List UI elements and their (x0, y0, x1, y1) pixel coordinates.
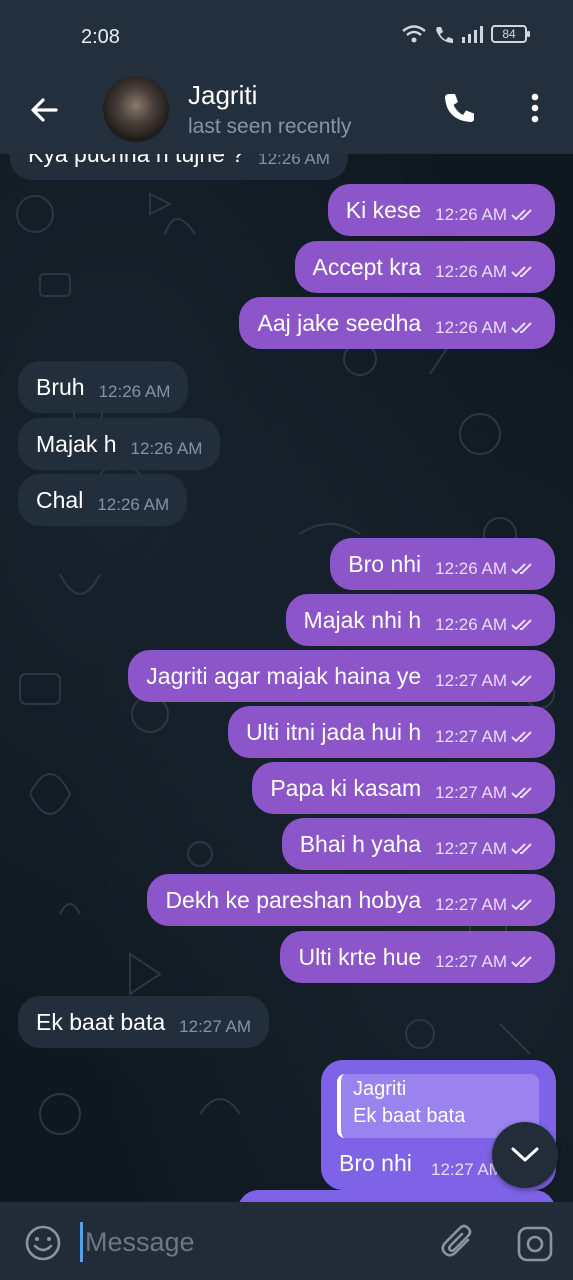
smiley-icon[interactable] (24, 1224, 62, 1262)
status-bar: 2:08 84 (0, 0, 573, 70)
message-text: Chal (36, 486, 84, 513)
message-time: 12:26 AM (435, 559, 507, 578)
message-time: 12:27 AM (435, 952, 507, 971)
message-time: 12:27 AM (435, 783, 507, 802)
message-time: 12:26 AM (435, 615, 507, 634)
message-text: Bro nhi (348, 550, 422, 577)
message-time: 12:26 AM (98, 382, 171, 401)
arrow-left-icon[interactable] (26, 92, 62, 128)
status-icons: 84 (401, 24, 530, 44)
chat-area[interactable]: Kya puchna h tujhe ? 12:26 AM Ki kese 12… (0, 154, 573, 1202)
message-text: Bhai h yaha (299, 830, 422, 857)
quote-text: Ek baat bata (353, 1105, 466, 1127)
message-text: Papa ki kasam (270, 774, 422, 801)
message-time: 12:27 AM (435, 671, 507, 690)
message-outgoing[interactable]: Ulti krte hue 12:27 AM (280, 931, 555, 983)
double-check-icon (511, 619, 532, 631)
chat-header: Jagriti last seen recently (0, 70, 573, 154)
message-incoming[interactable]: Majak h 12:26 AM (18, 418, 221, 470)
message-text: Ulti itni jada hui h (246, 718, 422, 745)
double-check-icon (511, 843, 532, 855)
message-outgoing[interactable]: Majak nhi h 12:26 AM (285, 594, 555, 646)
camera-icon[interactable] (515, 1224, 555, 1264)
message-outgoing[interactable]: Dekh ke pareshan hobya 12:27 AM (147, 874, 555, 926)
message-text: Accept kra (312, 253, 422, 280)
message-text: Bro nhi (339, 1150, 412, 1176)
battery-indicator: 84 (491, 25, 530, 43)
message-outgoing[interactable]: Bhai h yaha 12:27 AM (281, 818, 555, 870)
wifi-icon (402, 25, 426, 43)
status-time: 2:08 (81, 26, 120, 48)
message-text: Kya puchna h tujhe ? (28, 154, 244, 168)
quote-author: Jagriti (353, 1078, 407, 1100)
double-check-icon (511, 956, 532, 968)
message-time: 12:26 AM (435, 205, 507, 224)
message-incoming[interactable]: Kya puchna h tujhe ? 12:26 AM (10, 154, 348, 180)
battery-level: 84 (502, 27, 516, 41)
message-time: 12:27 AM (179, 1017, 251, 1036)
contact-name[interactable]: Jagriti (188, 80, 257, 111)
double-check-icon (511, 322, 532, 334)
paperclip-icon[interactable] (440, 1224, 478, 1262)
message-text: Ek baat bata (36, 1008, 166, 1035)
more-vertical-icon[interactable] (520, 90, 550, 126)
phone-icon[interactable] (441, 90, 477, 126)
chevron-down-icon (511, 1147, 539, 1162)
message-outgoing[interactable]: Jagriti agar majak haina ye 12:27 AM (128, 650, 555, 702)
message-text: Aaj jake seedha (257, 309, 422, 336)
message-incoming[interactable]: Ek baat bata 12:27 AM (18, 996, 269, 1048)
message-time: 12:26 AM (130, 439, 203, 458)
double-check-icon (511, 787, 532, 799)
message-time: 12:27 AM (435, 895, 507, 914)
message-outgoing[interactable]: Bro nhi 12:26 AM (330, 538, 555, 590)
double-check-icon (511, 266, 532, 278)
signal-icon (462, 26, 483, 43)
double-check-icon (511, 731, 532, 743)
message-text: Dekh ke pareshan hobya (165, 886, 422, 913)
message-incoming[interactable]: Chal 12:26 AM (18, 474, 188, 526)
message-time: 12:27 AM (435, 839, 507, 858)
message-text: Majak h (36, 430, 117, 457)
message-time: 12:26 AM (258, 154, 330, 168)
message-outgoing[interactable]: Papa ki kasam 12:27 AM (252, 762, 555, 814)
contact-status: last seen recently (188, 115, 352, 138)
message-time: 12:26 AM (435, 318, 507, 337)
message-outgoing-partial[interactable] (237, 1190, 556, 1202)
message-outgoing[interactable]: Aaj jake seedha 12:26 AM (239, 297, 555, 349)
scroll-down-button[interactable] (492, 1122, 558, 1188)
message-incoming[interactable]: Bruh 12:26 AM (18, 361, 189, 413)
avatar[interactable] (103, 76, 169, 142)
double-check-icon (511, 563, 532, 575)
message-text: Jagriti agar majak haina ye (146, 662, 422, 689)
message-text: Bruh (36, 373, 85, 400)
volte-call-icon (436, 27, 453, 43)
message-text: Ki kese (345, 196, 422, 223)
message-text: Ulti krte hue (298, 943, 422, 970)
message-text: Majak nhi h (303, 606, 422, 633)
message-input[interactable] (80, 1222, 420, 1262)
message-outgoing[interactable]: Accept kra 12:26 AM (294, 241, 555, 293)
double-check-icon (511, 209, 532, 221)
message-time: 12:26 AM (435, 262, 507, 281)
message-time: 12:27 AM (435, 727, 507, 746)
message-outgoing[interactable]: Ki kese 12:26 AM (327, 184, 555, 236)
message-time: 12:26 AM (97, 495, 170, 514)
message-input-bar (0, 1202, 573, 1280)
double-check-icon (511, 899, 532, 911)
double-check-icon (511, 675, 532, 687)
message-outgoing[interactable]: Ulti itni jada hui h 12:27 AM (228, 706, 555, 758)
